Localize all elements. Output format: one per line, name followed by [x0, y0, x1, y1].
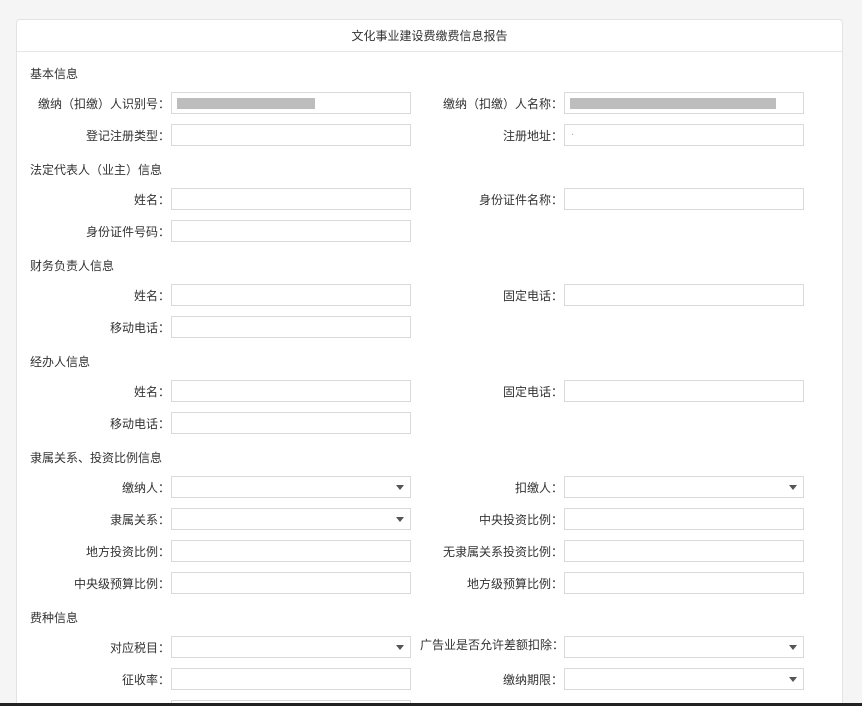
lr-id-no-input[interactable]: [171, 220, 411, 242]
report-card: 文化事业建设费缴费信息报告: [16, 19, 843, 706]
local-ratio-label: 地方投资比例：: [85, 545, 170, 559]
reg-type-input[interactable]: [171, 124, 411, 146]
fin-phone-label: 固定电话：: [502, 289, 563, 303]
chevron-down-icon: [789, 645, 797, 650]
no-affil-ratio-label: 无隶属关系投资比例：: [442, 545, 563, 559]
period-label: 缴纳期限：: [502, 673, 563, 687]
lr-id-type-label: 身份证件名称：: [478, 193, 563, 207]
central-ratio-input[interactable]: [564, 508, 804, 530]
payer-label: 缴纳人：: [121, 481, 170, 495]
lr-name-label: 姓名：: [133, 193, 170, 207]
reg-address-label: 注册地址：: [502, 129, 563, 143]
fin-name-label: 姓名：: [133, 289, 170, 303]
withholder-select[interactable]: [564, 476, 804, 498]
chevron-down-icon: [396, 645, 404, 650]
local-budget-input[interactable]: [564, 572, 804, 594]
section-affiliation-title: 隶属关系、投资比例信息: [30, 451, 163, 465]
lr-id-no-label: 身份证件号码：: [85, 225, 170, 239]
ag-name-label: 姓名：: [133, 385, 170, 399]
ag-mobile-input[interactable]: [171, 412, 411, 434]
page-title: 文化事业建设费缴费信息报告: [17, 20, 842, 52]
ag-phone-input[interactable]: [564, 380, 804, 402]
ad-deduct-label: 广告业是否允许差额扣除：: [419, 638, 564, 652]
central-budget-input[interactable]: [171, 572, 411, 594]
taxpayer-id-input[interactable]: [171, 92, 411, 114]
period-select[interactable]: [564, 668, 804, 690]
rate-label: 征收率：: [121, 673, 170, 687]
rate-input[interactable]: [171, 668, 411, 690]
fin-phone-input[interactable]: [564, 284, 804, 306]
local-budget-label: 地方级预算比例：: [466, 577, 563, 591]
section-legal-rep-title: 法定代表人（业主）信息: [30, 163, 163, 177]
tax-item-label: 对应税目：: [109, 641, 170, 655]
section-finance-title: 财务负责人信息: [30, 259, 115, 273]
fin-name-input[interactable]: [171, 284, 411, 306]
ag-phone-label: 固定电话：: [502, 385, 563, 399]
lr-id-type-input[interactable]: [564, 188, 804, 210]
tax-item-select[interactable]: [171, 636, 411, 658]
masked-value: [177, 98, 315, 109]
fin-mobile-input[interactable]: [171, 316, 411, 338]
chevron-down-icon: [396, 517, 404, 522]
lr-name-input[interactable]: [171, 188, 411, 210]
fin-mobile-label: 移动电话：: [109, 321, 170, 335]
reg-address-input[interactable]: .: [564, 124, 804, 146]
local-ratio-input[interactable]: [171, 540, 411, 562]
reg-type-label: 登记注册类型：: [85, 129, 170, 143]
taxpayer-id-label: 缴纳（扣缴）人识别号：: [37, 97, 170, 111]
ad-deduct-select[interactable]: [564, 636, 804, 658]
central-ratio-label: 中央投资比例：: [478, 513, 563, 527]
withholder-label: 扣缴人：: [514, 481, 563, 495]
affiliation-label: 隶属关系：: [109, 513, 170, 527]
section-fee-title: 费种信息: [30, 611, 79, 625]
chevron-down-icon: [396, 485, 404, 490]
ag-mobile-label: 移动电话：: [109, 417, 170, 431]
no-affil-ratio-input[interactable]: [564, 540, 804, 562]
central-budget-label: 中央级预算比例：: [73, 577, 170, 591]
reg-address-value: .: [571, 127, 575, 138]
chevron-down-icon: [789, 677, 797, 682]
taxpayer-name-label: 缴纳（扣缴）人名称：: [442, 97, 563, 111]
chevron-down-icon: [789, 485, 797, 490]
masked-value: [570, 98, 776, 109]
taxpayer-name-input[interactable]: [564, 92, 804, 114]
section-agent-title: 经办人信息: [30, 355, 91, 369]
section-basic-title: 基本信息: [30, 67, 79, 81]
ag-name-input[interactable]: [171, 380, 411, 402]
affiliation-select[interactable]: [171, 508, 411, 530]
payer-select[interactable]: [171, 476, 411, 498]
